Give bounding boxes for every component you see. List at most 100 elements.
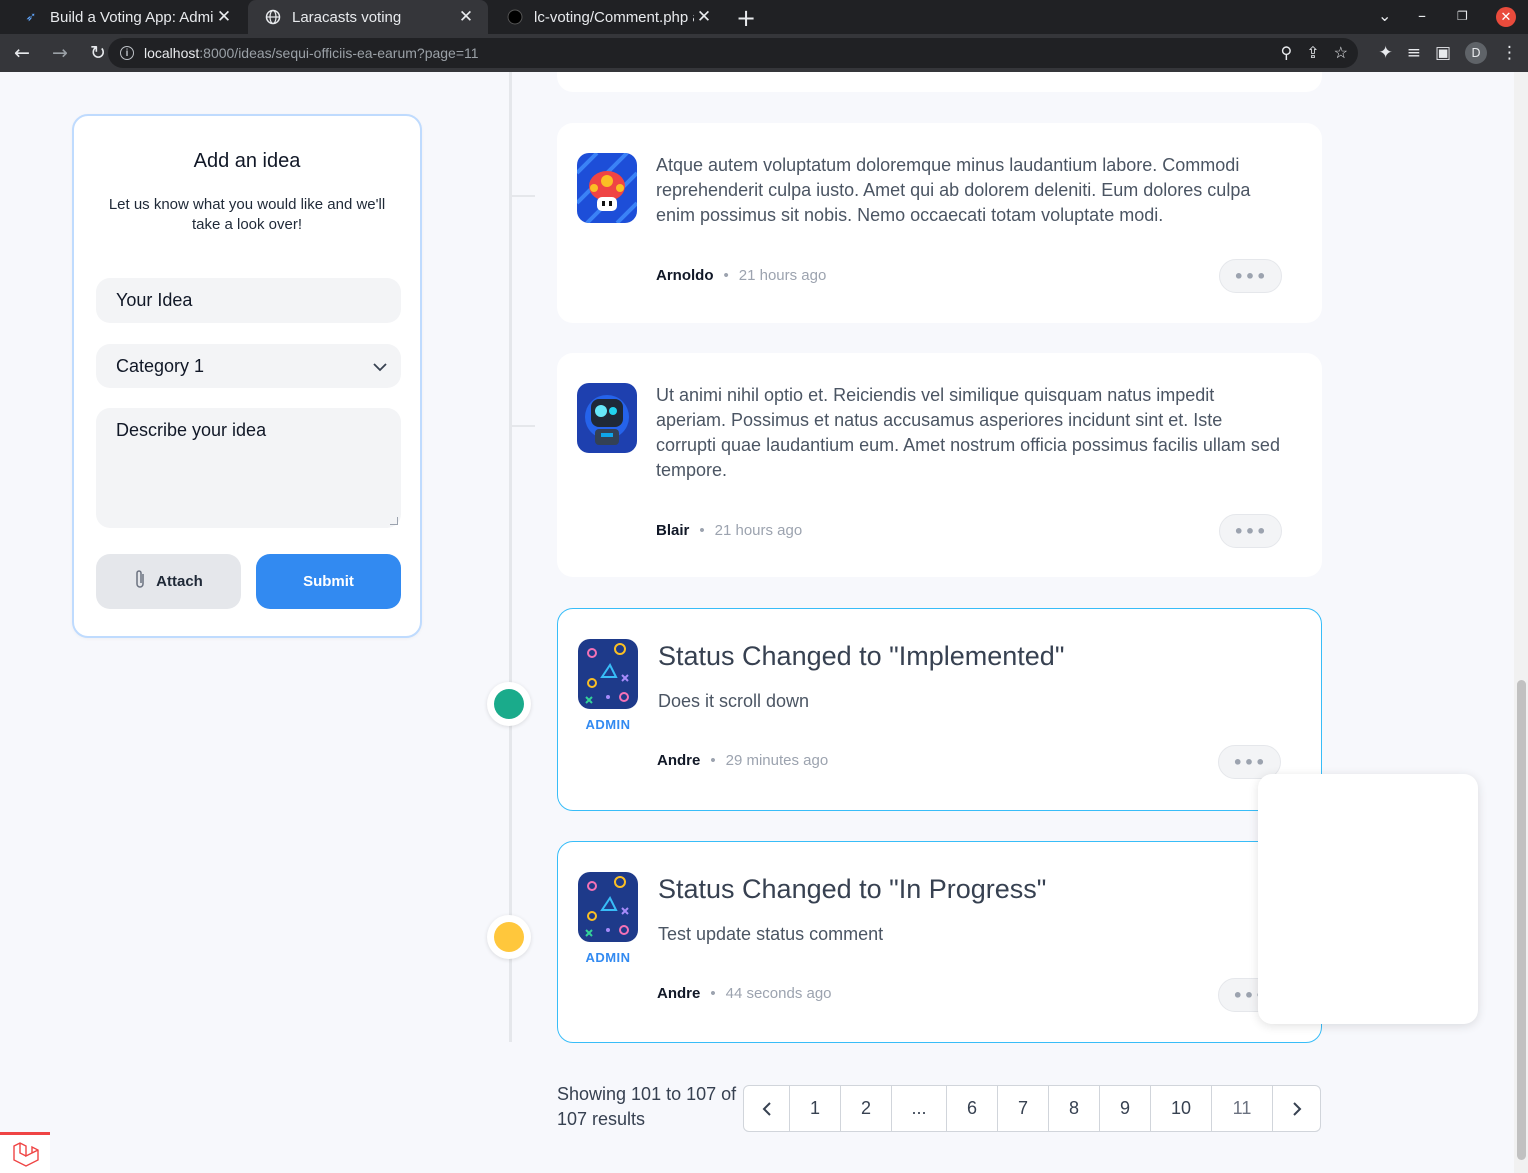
comment-time: 21 hours ago	[714, 522, 803, 539]
page-link[interactable]: 10	[1151, 1086, 1212, 1131]
current-page: 11	[1212, 1086, 1273, 1131]
timeline-tick	[511, 195, 535, 197]
restore-icon[interactable]: ❐	[1457, 9, 1468, 23]
page-content: Add an idea Let us know what you would l…	[0, 72, 1528, 1173]
admin-avatar[interactable]	[578, 639, 638, 709]
comment-body: Atque autem voluptatum doloremque minus …	[656, 155, 1251, 225]
meta-separator: •	[723, 267, 729, 284]
page-link[interactable]: 7	[998, 1086, 1049, 1131]
page-link[interactable]: 9	[1100, 1086, 1151, 1131]
site-info-icon[interactable]: i	[120, 46, 134, 60]
window-close-icon[interactable]: ✕	[1496, 7, 1516, 27]
resize-handle-icon[interactable]	[390, 517, 398, 525]
laracasts-icon: ➶	[25, 9, 37, 24]
submit-label: Submit	[303, 573, 354, 590]
status-change-title: Status Changed to "Implemented"	[658, 641, 1065, 671]
page-scrollbar[interactable]	[1514, 72, 1528, 1173]
zoom-icon[interactable]: ⚲	[1281, 43, 1293, 63]
side-panel-icon[interactable]: ▣	[1435, 43, 1451, 63]
page-link[interactable]: 1	[790, 1086, 841, 1131]
url-host: localhost	[144, 45, 200, 61]
category-value: Category 1	[116, 355, 205, 376]
comment-options-dropdown	[1258, 774, 1478, 1024]
status-dot-in-progress	[487, 915, 531, 959]
comment-card	[557, 72, 1322, 92]
address-bar[interactable]: i localhost:8000/ideas/sequi-officiis-ea…	[108, 38, 1358, 68]
profile-avatar[interactable]: D	[1465, 42, 1487, 64]
comment-card: Ut animi nihil optio et. Reiciendis vel …	[557, 353, 1322, 577]
bookmark-star-icon[interactable]: ☆	[1334, 43, 1348, 63]
comment-author: Andre	[657, 752, 701, 769]
browser-tab[interactable]: lc-voting/Comment.php a ✕	[490, 0, 726, 34]
browser-tab-active[interactable]: Laracasts voting ✕	[248, 0, 488, 34]
category-select[interactable]: Category 1	[96, 344, 401, 388]
close-icon[interactable]: ✕	[456, 7, 476, 27]
minimize-icon[interactable]: –	[1418, 6, 1426, 25]
status-comment-card: ADMIN Status Changed to "Implemented" Do…	[557, 608, 1322, 811]
comment-meta: Blair • 21 hours ago	[656, 522, 802, 539]
add-idea-subtitle: Let us know what you would like and we'l…	[108, 196, 386, 233]
more-options-button[interactable]: •••	[1219, 259, 1282, 293]
tab-title: Build a Voting App: Admi	[50, 8, 214, 26]
status-color-in-progress	[494, 922, 524, 952]
scrollbar-thumb[interactable]	[1517, 680, 1526, 1160]
more-options-button[interactable]: •••	[1219, 514, 1282, 548]
comment-author: Blair	[656, 522, 690, 539]
share-icon[interactable]: ⇪	[1306, 43, 1319, 63]
new-tab-button[interactable]: +	[736, 4, 756, 32]
meta-separator: •	[710, 985, 716, 1002]
globe-icon	[264, 8, 282, 26]
comment-author: Arnoldo	[656, 267, 714, 284]
status-color-implemented	[494, 689, 524, 719]
paperclip-icon	[134, 569, 146, 594]
comment-card: Atque autem voluptatum doloremque minus …	[557, 123, 1322, 323]
pagination: 1 2 ... 6 7 8 9 10 11	[743, 1085, 1321, 1132]
laravel-debugbar-icon[interactable]	[0, 1132, 50, 1173]
admin-badge: ADMIN	[585, 950, 631, 965]
idea-title-placeholder: Your Idea	[116, 290, 193, 310]
browser-tabbar: ➶ Build a Voting App: Admi ✕ Laracasts v…	[0, 0, 1528, 34]
status-comment-body: Test update status comment	[658, 924, 884, 944]
submit-button[interactable]: Submit	[256, 554, 401, 609]
browser-toolbar: ← → ↻ i localhost:8000/ideas/sequi-offic…	[0, 34, 1528, 72]
comment-time: 21 hours ago	[738, 267, 827, 284]
close-icon[interactable]: ✕	[214, 7, 234, 27]
admin-avatar[interactable]	[578, 872, 638, 942]
meta-separator: •	[710, 752, 716, 769]
comment-author: Andre	[657, 985, 701, 1002]
status-dot-implemented	[487, 682, 531, 726]
forward-icon[interactable]: →	[44, 37, 76, 69]
attach-label: Attach	[156, 573, 203, 590]
page-link[interactable]: 6	[947, 1086, 998, 1131]
mushroom-avatar[interactable]	[577, 153, 637, 223]
previous-page-button[interactable]	[744, 1086, 790, 1131]
tab-title: Laracasts voting	[292, 8, 402, 26]
media-icon[interactable]: ≡	[1407, 43, 1421, 63]
tab-search-icon[interactable]: ⌄	[1378, 6, 1391, 25]
close-icon[interactable]: ✕	[694, 7, 714, 27]
idea-title-input[interactable]: Your Idea	[96, 278, 401, 323]
page-ellipsis: ...	[892, 1086, 947, 1131]
status-comment-card: ADMIN Status Changed to "In Progress" Te…	[557, 841, 1322, 1043]
next-page-button[interactable]	[1273, 1086, 1320, 1131]
description-placeholder: Describe your idea	[116, 420, 267, 440]
add-idea-title: Add an idea	[193, 150, 301, 172]
page-link[interactable]: 2	[841, 1086, 892, 1131]
tab-title: lc-voting/Comment.php a	[534, 8, 694, 26]
menu-kebab-icon[interactable]: ⋮	[1501, 43, 1518, 63]
timeline-line	[509, 72, 512, 1042]
pagination-summary: Showing 101 to 107 of 107 results	[557, 1084, 737, 1129]
comment-time: 29 minutes ago	[725, 752, 829, 769]
extensions-icon[interactable]: ✦	[1378, 43, 1392, 63]
page-link[interactable]: 8	[1049, 1086, 1100, 1131]
status-comment-body: Does it scroll down	[658, 691, 810, 711]
idea-description-textarea[interactable]: Describe your idea	[96, 408, 401, 528]
attach-button[interactable]: Attach	[96, 554, 241, 609]
comment-body: Ut animi nihil optio et. Reiciendis vel …	[656, 385, 1280, 480]
browser-tab[interactable]: ➶ Build a Voting App: Admi ✕	[6, 0, 246, 34]
timeline-tick	[511, 425, 535, 427]
github-icon	[506, 8, 524, 26]
back-icon[interactable]: ←	[6, 37, 38, 69]
admin-badge: ADMIN	[585, 717, 631, 732]
robot-avatar[interactable]	[577, 383, 637, 453]
